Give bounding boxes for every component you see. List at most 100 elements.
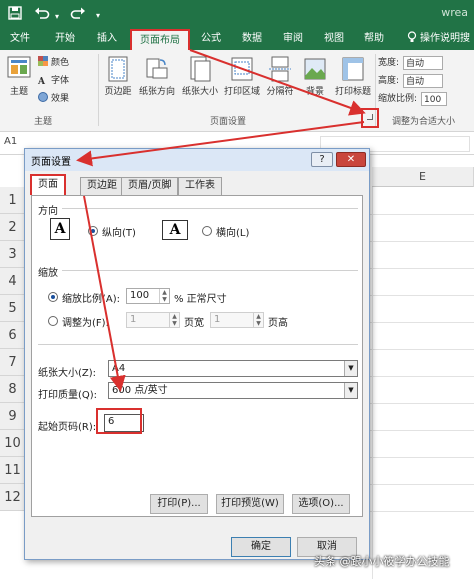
spin-arrows-icon[interactable]: ▲ ▼ — [253, 313, 263, 327]
title-bar: ▾ ▾ wrea — [0, 0, 474, 28]
scale-percent-input[interactable]: 100 — [421, 92, 448, 106]
tab-insert[interactable]: 插入 — [97, 31, 117, 47]
spin-arrows-icon[interactable]: ▲ ▼ — [169, 313, 179, 327]
themes-icon — [7, 56, 31, 78]
tell-me-search[interactable]: 操作说明搜 — [407, 31, 470, 47]
row-header[interactable]: 2 — [0, 214, 26, 241]
paper-size-select[interactable]: A4 ▼ — [108, 360, 358, 377]
background-button[interactable]: 背景 — [300, 56, 330, 97]
orientation-section-title: 方向 — [38, 206, 58, 217]
ribbon-page-layout: 主题 颜色 A 字体 效果 主题 页边距 纸张方向 纸张大小 打印区域 分隔符 背… — [0, 50, 474, 132]
print-preview-button[interactable]: 打印预览(W) — [216, 494, 284, 514]
dialog-tab-sheet[interactable]: 工作表 — [178, 177, 222, 195]
fonts-button[interactable]: A 字体 — [38, 74, 69, 88]
group-separator — [98, 54, 99, 126]
options-button[interactable]: 选项(O)... — [292, 494, 350, 514]
scale-height-dropdown[interactable]: 自动 — [403, 74, 444, 88]
dialog-tab-page[interactable]: 页面 — [30, 174, 66, 195]
undo-dropdown-icon[interactable]: ▾ — [55, 10, 59, 24]
dialog-tab-margins[interactable]: 页边距 — [80, 177, 124, 195]
colors-button[interactable]: 颜色 — [38, 56, 69, 70]
print-titles-button[interactable]: 打印标题 — [333, 56, 373, 97]
adjust-to-radio[interactable] — [48, 292, 58, 302]
tab-page-layout[interactable]: 页面布局 — [130, 29, 190, 50]
spin-arrows-icon[interactable]: ▲ ▼ — [159, 289, 169, 303]
row-header[interactable]: 5 — [0, 295, 26, 322]
dialog-launcher-icon — [367, 114, 373, 120]
row-header[interactable]: 11 — [0, 457, 26, 484]
orientation-label: 纸张方向 — [138, 87, 175, 97]
landscape-radio[interactable] — [202, 226, 212, 236]
themes-label: 主题 — [9, 87, 28, 97]
row-header[interactable]: 6 — [0, 322, 26, 349]
tell-me-label: 操作说明搜 — [420, 33, 470, 44]
fit-tall-input[interactable]: 1 ▲ ▼ — [210, 312, 264, 328]
margins-button[interactable]: 页边距 — [102, 56, 134, 97]
fit-wide-input[interactable]: 1 ▲ ▼ — [126, 312, 180, 328]
tab-file[interactable]: 文件 — [10, 31, 30, 47]
column-header-e[interactable]: E — [372, 167, 474, 187]
colors-icon — [38, 56, 48, 66]
page-setup-group-label: 页面设置 — [210, 117, 247, 127]
print-button[interactable]: 打印(P)... — [150, 494, 208, 514]
fit-wide-unit: 页宽 — [184, 318, 204, 329]
first-page-highlight-box — [96, 408, 142, 434]
close-button[interactable]: ✕ — [336, 152, 366, 167]
row-header[interactable]: 8 — [0, 376, 26, 403]
row-header[interactable]: 4 — [0, 268, 26, 295]
scale-height-row: 高度: 自动 — [378, 74, 444, 88]
breaks-button[interactable]: 分隔符 — [264, 56, 296, 97]
scale-width-row: 宽度: 自动 — [378, 56, 444, 70]
tab-formulas[interactable]: 公式 — [201, 31, 221, 47]
scale-percent-row: 缩放比例: 100 — [378, 92, 448, 106]
scale-width-dropdown[interactable]: 自动 — [403, 56, 444, 70]
portrait-page-icon: A — [50, 218, 70, 240]
tab-review[interactable]: 审阅 — [283, 31, 303, 47]
adjust-to-value: 100 — [130, 290, 150, 301]
chevron-down-icon[interactable]: ▼ — [344, 383, 357, 398]
section-divider — [38, 344, 358, 345]
row-header[interactable]: 1 — [0, 187, 26, 214]
tab-help[interactable]: 帮助 — [364, 31, 384, 47]
themes-button[interactable]: 主题 — [4, 56, 34, 97]
portrait-radio[interactable] — [88, 226, 98, 236]
adjust-to-input[interactable]: 100 ▲ ▼ — [126, 288, 170, 304]
landscape-label: 横向(L) — [216, 228, 250, 239]
fit-wide-value: 1 — [130, 314, 137, 325]
help-button[interactable]: ? — [311, 152, 333, 167]
effects-button[interactable]: 效果 — [38, 92, 69, 106]
dialog-title-bar: 页面设置 ? ✕ — [25, 149, 369, 171]
customize-qat-icon[interactable]: ▾ — [96, 9, 100, 23]
print-titles-icon — [342, 57, 364, 81]
adjust-to-unit: % 正常尺寸 — [174, 294, 227, 305]
scale-width-label: 宽度: — [378, 58, 400, 68]
size-button[interactable]: 纸张大小 — [180, 56, 220, 97]
tab-view[interactable]: 视图 — [324, 31, 344, 47]
ok-button[interactable]: 确定 — [231, 537, 291, 557]
tab-data[interactable]: 数据 — [242, 31, 262, 47]
print-area-icon — [231, 57, 253, 81]
print-area-button[interactable]: 打印区域 — [222, 56, 262, 97]
print-quality-select[interactable]: 600 点/英寸 ▼ — [108, 382, 358, 399]
scaling-section-title: 缩放 — [38, 268, 58, 279]
fit-tall-value: 1 — [214, 314, 221, 325]
print-titles-label: 打印标题 — [334, 87, 371, 97]
fit-to-radio[interactable] — [48, 316, 58, 326]
row-header[interactable]: 12 — [0, 484, 26, 511]
page-setup-dialog: 页面设置 ? ✕ 页面 页边距 页眉/页脚 工作表 方向 A 纵向(T) A 横… — [24, 148, 370, 560]
undo-icon[interactable] — [34, 6, 50, 24]
row-header[interactable]: 10 — [0, 430, 26, 457]
tab-home[interactable]: 开始 — [55, 31, 75, 47]
redo-icon[interactable] — [70, 6, 86, 24]
page-setup-dialog-launcher[interactable] — [361, 108, 379, 128]
window-title: wrea — [441, 6, 468, 19]
row-header[interactable]: 7 — [0, 349, 26, 376]
row-header[interactable]: 3 — [0, 241, 26, 268]
paper-size-icon — [190, 56, 211, 82]
save-icon[interactable] — [8, 6, 22, 24]
chevron-down-icon[interactable]: ▼ — [344, 361, 357, 376]
row-header[interactable]: 9 — [0, 403, 26, 430]
orientation-button[interactable]: 纸张方向 — [137, 56, 177, 97]
dialog-tab-header-footer[interactable]: 页眉/页脚 — [121, 177, 179, 195]
name-box[interactable]: A1 — [4, 136, 17, 147]
